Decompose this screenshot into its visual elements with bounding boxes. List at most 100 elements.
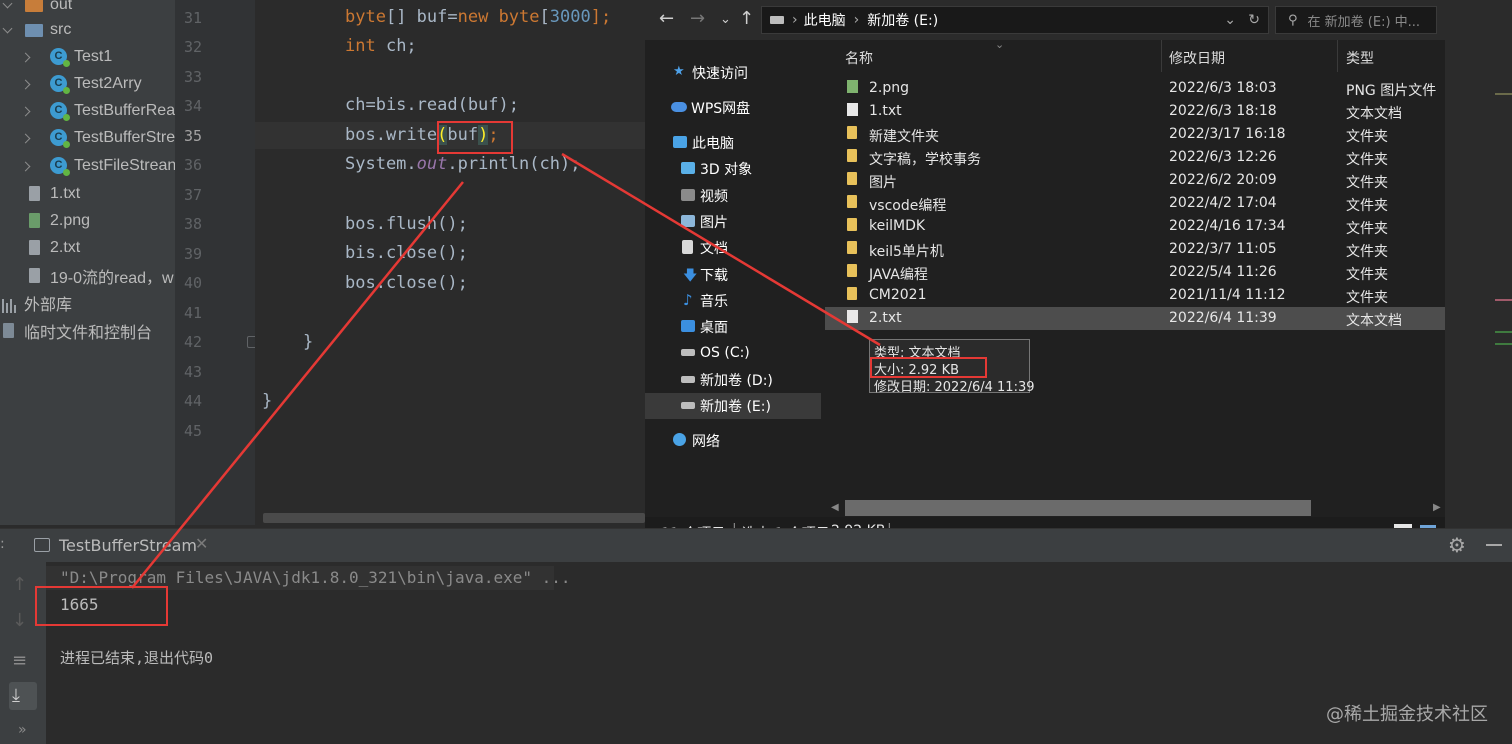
- code-line-42: }: [303, 332, 314, 352]
- scroll-left-icon[interactable]: ◀: [831, 502, 839, 513]
- file-type: 文本文档: [1346, 313, 1402, 329]
- code-token: [] buf=: [385, 7, 458, 27]
- java-class-icon: C: [50, 48, 70, 67]
- console-output[interactable]: "D:\Program Files\JAVA\jdk1.8.0_321\bin\…: [46, 562, 1512, 744]
- address-bar[interactable]: › 此电脑 › 新加卷 (E:) ⌄ ↻: [761, 6, 1269, 34]
- chevron-down-icon[interactable]: [3, 0, 13, 10]
- up-arrow-icon[interactable]: ↑: [739, 8, 754, 29]
- search-box[interactable]: ⚲ 在 新加卷 (E:) 中...: [1275, 6, 1437, 34]
- file-name: 2.png: [869, 80, 910, 96]
- column-divider[interactable]: [1337, 40, 1338, 72]
- nav-item-label: 网络: [692, 434, 720, 450]
- line-number: 37: [183, 186, 202, 204]
- close-tab-icon[interactable]: ✕: [195, 534, 208, 553]
- image-file-icon: [29, 213, 40, 228]
- file-row[interactable]: CM2021 2021/11/4 11:12 文件夹: [825, 284, 1445, 307]
- nav-item-label: 音乐: [700, 294, 728, 310]
- tree-item-label: Test1: [74, 48, 113, 65]
- breadcrumb-item[interactable]: 此电脑: [804, 10, 846, 30]
- chevron-right-icon[interactable]: [22, 133, 32, 143]
- chevron-right-icon[interactable]: [22, 79, 32, 89]
- column-divider[interactable]: [1161, 40, 1162, 72]
- file-type: 文件夹: [1346, 267, 1388, 283]
- file-type: 文本文档: [1346, 106, 1402, 122]
- music-icon: ♪: [683, 291, 693, 309]
- picture-icon: [681, 215, 695, 227]
- file-explorer-window: ← → ⌄ ↑ › 此电脑 › 新加卷 (E:) ⌄ ↻ ⚲ 在 新加卷 (E:…: [645, 0, 1445, 547]
- chevron-down-icon[interactable]: ⌄: [720, 12, 731, 27]
- line-number: 41: [183, 304, 202, 322]
- computer-icon: [673, 136, 687, 148]
- line-number: 32: [183, 38, 202, 56]
- text-file-icon: [29, 186, 40, 201]
- column-header-name[interactable]: 名称: [845, 48, 873, 68]
- gear-icon[interactable]: ⚙: [1448, 533, 1466, 557]
- minimize-icon[interactable]: [1486, 544, 1502, 546]
- image-file-icon: [847, 80, 858, 93]
- forward-arrow-icon[interactable]: →: [690, 8, 705, 29]
- text-file-icon: [847, 310, 858, 323]
- file-row[interactable]: 2.png 2022/6/3 18:03 PNG 图片文件: [825, 77, 1445, 100]
- column-header-date[interactable]: 修改日期: [1169, 48, 1225, 68]
- file-row[interactable]: 文字稿，学校事务 2022/6/3 12:26 文件夹: [825, 146, 1445, 169]
- error-stripe-mark[interactable]: [1495, 331, 1512, 333]
- scroll-right-icon[interactable]: ▶: [1433, 502, 1441, 513]
- chevron-right-icon[interactable]: ›: [792, 12, 798, 28]
- run-tool-window-header: : TestBufferStream ✕ ⚙: [0, 528, 1512, 563]
- file-name: 1.txt: [869, 103, 902, 119]
- file-list-horizontal-scrollbar[interactable]: [845, 500, 1311, 516]
- back-arrow-icon[interactable]: ←: [659, 8, 674, 29]
- chevron-down-icon[interactable]: ⌄: [1224, 12, 1236, 28]
- file-row[interactable]: JAVA编程 2022/5/4 11:26 文件夹: [825, 261, 1445, 284]
- code-editor[interactable]: byte[] buf=new byte[3000]; int ch; ch=bi…: [255, 0, 645, 525]
- soft-wrap-icon[interactable]: ≡: [12, 650, 27, 671]
- chevron-right-icon[interactable]: [22, 52, 32, 62]
- line-number: 44: [183, 392, 202, 410]
- error-stripe-mark[interactable]: [1495, 343, 1512, 345]
- code-line-39: bis.close();: [345, 243, 468, 263]
- nav-item-label: 桌面: [700, 320, 728, 336]
- console-exit-message: 进程已结束,退出代码0: [60, 649, 214, 667]
- drive-icon: [681, 376, 695, 383]
- code-line-32: int ch;: [345, 36, 417, 56]
- file-row[interactable]: 1.txt 2022/6/3 18:18 文本文档: [825, 100, 1445, 123]
- text-file-icon: [29, 268, 40, 283]
- file-row[interactable]: 图片 2022/6/2 20:09 文件夹: [825, 169, 1445, 192]
- more-icon[interactable]: »: [18, 722, 27, 738]
- chevron-down-icon[interactable]: [3, 25, 13, 35]
- nav-item-label: 3D 对象: [700, 162, 753, 178]
- file-row[interactable]: keil5单片机 2022/3/7 11:05 文件夹: [825, 238, 1445, 261]
- line-number: 39: [183, 245, 202, 263]
- chevron-right-icon[interactable]: [22, 161, 32, 171]
- file-name: keil5单片机: [869, 244, 944, 260]
- error-stripe-mark[interactable]: [1495, 93, 1512, 95]
- refresh-icon[interactable]: ↻: [1248, 12, 1260, 28]
- folder-icon: [847, 172, 857, 185]
- file-name: 图片: [869, 175, 897, 191]
- java-class-icon: C: [50, 75, 70, 94]
- editor-horizontal-scrollbar[interactable]: [263, 513, 645, 523]
- editor-gutter: 31 32 33 34 35 36 37 38 39 40 41 42 43 4…: [175, 0, 257, 525]
- video-icon: [681, 189, 695, 201]
- file-row-selected[interactable]: 2.txt 2022/6/4 11:39 文本文档: [825, 307, 1445, 330]
- chevron-right-icon[interactable]: [22, 106, 32, 116]
- line-number: 35: [183, 127, 202, 145]
- chevron-right-icon[interactable]: ›: [854, 12, 860, 28]
- file-type: 文件夹: [1346, 152, 1388, 168]
- file-name: 2.txt: [869, 310, 902, 326]
- file-row[interactable]: 新建文件夹 2022/3/17 16:18 文件夹: [825, 123, 1445, 146]
- file-row[interactable]: vscode编程 2022/4/2 17:04 文件夹: [825, 192, 1445, 215]
- code-token: [: [539, 7, 550, 27]
- file-row[interactable]: keilMDK 2022/4/16 17:34 文件夹: [825, 215, 1445, 238]
- breadcrumb-item[interactable]: 新加卷 (E:): [867, 10, 938, 30]
- up-arrow-icon[interactable]: ↑: [12, 574, 27, 595]
- nav-item-label: 视频: [700, 189, 728, 205]
- scroll-to-end-icon[interactable]: ⤓: [12, 685, 20, 706]
- run-tab-label[interactable]: TestBufferStream: [59, 536, 197, 555]
- download-icon: 🡇: [683, 268, 698, 284]
- file-name: CM2021: [869, 287, 927, 303]
- column-header-type[interactable]: 类型: [1346, 48, 1374, 68]
- down-arrow-icon[interactable]: ↓: [12, 610, 27, 631]
- error-stripe-mark[interactable]: [1495, 299, 1512, 301]
- file-type: 文件夹: [1346, 129, 1388, 145]
